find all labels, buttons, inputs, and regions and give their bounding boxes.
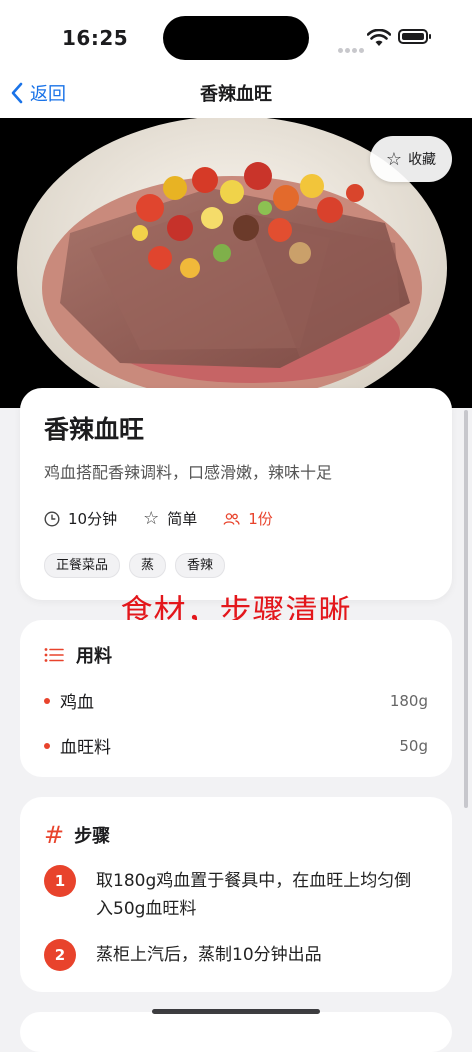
step-item: 2 蒸柜上汽后，蒸制10分钟出品	[44, 939, 428, 971]
clock-icon	[44, 510, 60, 527]
favorite-label: 收藏	[408, 152, 437, 168]
dynamic-island	[163, 16, 309, 60]
cook-time-value: 10分钟	[68, 510, 118, 528]
home-indicator[interactable]	[152, 1009, 320, 1014]
ingredient-name: 血旺料	[60, 738, 111, 758]
next-section-card	[20, 1012, 452, 1052]
recipe-title: 香辣血旺	[44, 415, 145, 444]
status-bar: 16:25	[0, 0, 472, 70]
ingredient-row: 血旺料 50g	[44, 733, 428, 758]
servings: 1份	[223, 508, 273, 529]
tag-chip[interactable]: 香辣	[175, 553, 226, 578]
signal-icon	[338, 38, 366, 57]
step-text: 取180g鸡血置于餐具中，在血旺上均匀倒入50g血旺料	[96, 871, 412, 919]
wifi-icon	[367, 29, 391, 46]
ingredients-title: 用料	[76, 646, 112, 667]
star-outline-icon: ☆	[385, 148, 403, 170]
ingredients-card: 用料 鸡血 180g 血旺料 50g	[20, 620, 452, 777]
recipe-description: 鸡血搭配香辣调料，口感滑嫩，辣味十足	[44, 463, 333, 482]
recipe-meta: 10分钟 ☆ 简单 1份	[44, 508, 428, 529]
ingredients-header: 用料	[44, 642, 428, 668]
step-text: 蒸柜上汽后，蒸制10分钟出品	[96, 945, 322, 965]
status-time: 16:25	[62, 26, 129, 50]
list-icon	[44, 647, 64, 663]
recipe-hero-image: ☆ 收藏	[0, 118, 472, 408]
cook-time: 10分钟	[44, 508, 117, 529]
bullet-dot	[44, 697, 50, 704]
scrollbar[interactable]	[464, 410, 468, 808]
difficulty-value: 简单	[167, 510, 198, 528]
steps-header: # 步骤	[44, 821, 428, 849]
bullet-dot	[44, 742, 50, 749]
steps-title: 步骤	[74, 826, 111, 847]
ingredient-amount: 50g	[399, 736, 428, 755]
star-icon: ☆	[143, 508, 160, 529]
servings-value: 1份	[248, 510, 273, 528]
step-number: 1	[44, 865, 76, 897]
ingredient-row: 鸡血 180g	[44, 688, 428, 713]
recipe-info-card: 香辣血旺 鸡血搭配香辣调料，口感滑嫩，辣味十足 10分钟 ☆ 简单 1份 正餐菜…	[20, 388, 452, 600]
page-title: 香辣血旺	[200, 84, 272, 105]
tag-chip[interactable]: 正餐菜品	[44, 553, 121, 578]
step-item: 1 取180g鸡血置于餐具中，在血旺上均匀倒入50g血旺料	[44, 865, 428, 923]
people-icon	[223, 512, 240, 526]
tag-list: 正餐菜品 蒸 香辣	[44, 553, 428, 578]
battery-icon	[398, 29, 431, 44]
steps-card: # 步骤 1 取180g鸡血置于餐具中，在血旺上均匀倒入50g血旺料 2 蒸柜上…	[20, 797, 452, 992]
ingredient-name: 鸡血	[60, 693, 94, 713]
favorite-button[interactable]: ☆ 收藏	[370, 136, 452, 182]
ingredient-amount: 180g	[389, 691, 428, 710]
hash-icon: #	[44, 821, 65, 849]
difficulty: ☆ 简单	[143, 508, 197, 529]
step-number: 2	[44, 939, 76, 971]
navigation-bar: 返回 香辣血旺	[0, 70, 472, 118]
tag-chip[interactable]: 蒸	[129, 553, 167, 578]
